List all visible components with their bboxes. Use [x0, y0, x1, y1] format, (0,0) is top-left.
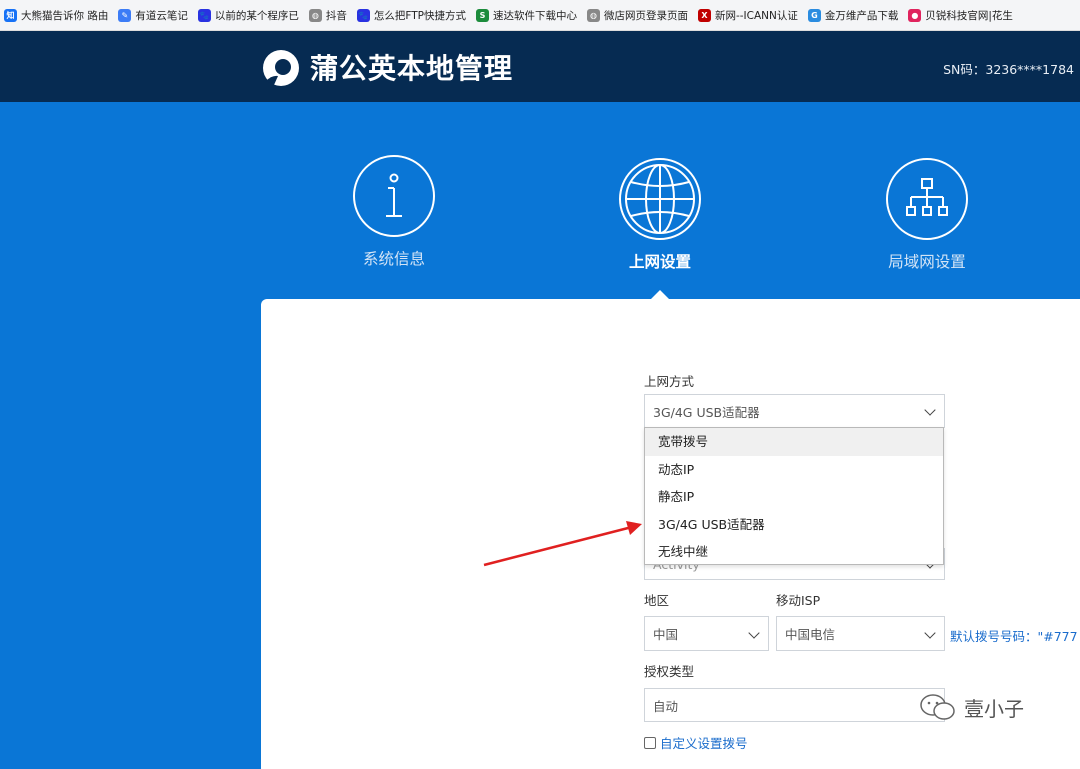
suda-s-icon: S — [475, 8, 489, 22]
nav-internet-settings-label: 上网设置 — [628, 253, 691, 271]
bookmark-label: 贝锐科技官网|花生 — [925, 9, 1013, 22]
watermark-text: 壹小子 — [964, 696, 1024, 721]
bookmarks-bar: 知大熊猫告诉你 路由 ✎ 有道云笔记 🐾 以前的某个程序已 ◍ 抖音 🐾 怎么把FTP快捷方式 S… — [0, 0, 1080, 31]
auth-type-label: 授权类型 — [644, 664, 695, 679]
connection-type-select[interactable]: 3G/4G USB适配器 — [644, 394, 945, 428]
bookmark-label: 金万维产品下载 — [824, 9, 899, 22]
nav-lan-settings-label: 局域网设置 — [888, 253, 966, 271]
connection-type-dropdown: 宽带拨号 动态IP 静态IP 3G/4G USB适配器 无线中继 — [644, 427, 944, 565]
bookmark-item[interactable]: ✎ 有道云笔记 — [114, 8, 194, 23]
region-select[interactable]: 中国 — [644, 616, 769, 651]
wechat-icon — [920, 694, 955, 720]
bookmark-label: 新网--ICANN认证 — [714, 9, 798, 22]
bookmark-item[interactable]: S 速达软件下载中心 — [472, 8, 583, 23]
isp-select[interactable]: 中国电信 — [776, 616, 945, 651]
gnway-g-icon: G — [807, 8, 821, 22]
globe-icon — [619, 158, 701, 240]
bookmark-item[interactable]: ● 贝锐科技官网|花生 — [904, 8, 1019, 23]
baidu-paw-icon: 🐾 — [356, 8, 370, 22]
baidu-paw-icon: 🐾 — [197, 8, 211, 22]
bookmark-label: 以前的某个程序已 — [214, 9, 299, 22]
chevron-down-icon — [924, 404, 936, 416]
oray-icon: ● — [908, 8, 922, 22]
bookmark-label: 抖音 — [325, 9, 347, 22]
auth-type-value: 自动 — [653, 698, 679, 714]
bookmark-label: 微店网页登录页面 — [603, 9, 688, 22]
isp-value: 中国电信 — [785, 627, 836, 642]
option-dhcp[interactable]: 动态IP — [645, 456, 943, 484]
network-tree-icon — [886, 158, 968, 240]
nav-internet-settings[interactable]: 上网设置 — [619, 158, 701, 272]
auth-type-select[interactable]: 自动 — [644, 688, 945, 722]
default-dial-number: 默认拨号号码："#777 " — [950, 629, 1080, 644]
nav-system-info[interactable]: 系统信息 — [353, 155, 435, 269]
xinnet-icon: X — [697, 8, 711, 22]
bookmark-item[interactable]: G 金万维产品下载 — [804, 8, 905, 23]
nav-lan-settings[interactable]: 局域网设置 — [886, 158, 968, 272]
info-icon — [353, 155, 435, 237]
custom-dial-option[interactable]: 自定义设置拨号 — [644, 733, 748, 752]
app-header: 蒲公英本地管理 SN码：3236****1784 — [0, 31, 1080, 102]
globe-icon: ◍ — [586, 8, 600, 22]
bookmark-label: 大熊猫告诉你 路由 — [21, 9, 109, 22]
isp-label: 移动ISP — [776, 593, 821, 608]
connection-type-label: 上网方式 — [644, 374, 695, 389]
bookmark-item[interactable]: 🐾 怎么把FTP快捷方式 — [353, 8, 472, 23]
option-static-ip[interactable]: 静态IP — [645, 483, 943, 511]
region-value: 中国 — [653, 627, 679, 642]
chevron-down-icon — [924, 626, 936, 639]
nav-system-info-label: 系统信息 — [362, 250, 425, 268]
youdao-note-icon: ✎ — [118, 8, 132, 22]
bookmark-item[interactable]: 知大熊猫告诉你 路由 — [0, 8, 114, 23]
bookmark-label: 速达软件下载中心 — [492, 9, 577, 22]
custom-dial-checkbox[interactable] — [644, 736, 656, 749]
annotation-arrow — [483, 521, 642, 567]
custom-dial-label: 自定义设置拨号 — [660, 736, 748, 751]
region-label: 地区 — [644, 593, 670, 608]
bookmark-item[interactable]: ◍ 微店网页登录页面 — [583, 8, 694, 23]
zhihu-icon: 知 — [4, 8, 17, 22]
dandelion-logo-icon — [263, 50, 299, 86]
bookmark-label: 有道云笔记 — [135, 9, 188, 22]
option-wireless-relay[interactable]: 无线中继 — [645, 538, 943, 566]
bookmark-label: 怎么把FTP快捷方式 — [373, 9, 466, 22]
bookmark-item[interactable]: 🐾 以前的某个程序已 — [194, 8, 305, 23]
bookmark-item[interactable]: ◍ 抖音 — [305, 8, 353, 23]
bookmark-item[interactable]: X 新网--ICANN认证 — [694, 8, 804, 23]
option-pppoe[interactable]: 宽带拨号 — [645, 428, 943, 456]
chevron-down-icon — [748, 626, 760, 639]
watermark: 壹小子 — [918, 692, 1024, 722]
serial-number: SN码：3236****1784 — [943, 62, 1074, 77]
globe-icon: ◍ — [308, 8, 322, 22]
connection-type-value: 3G/4G USB适配器 — [653, 404, 760, 420]
app-title: 蒲公英本地管理 — [310, 52, 514, 85]
option-usb-modem[interactable]: 3G/4G USB适配器 — [645, 511, 943, 539]
